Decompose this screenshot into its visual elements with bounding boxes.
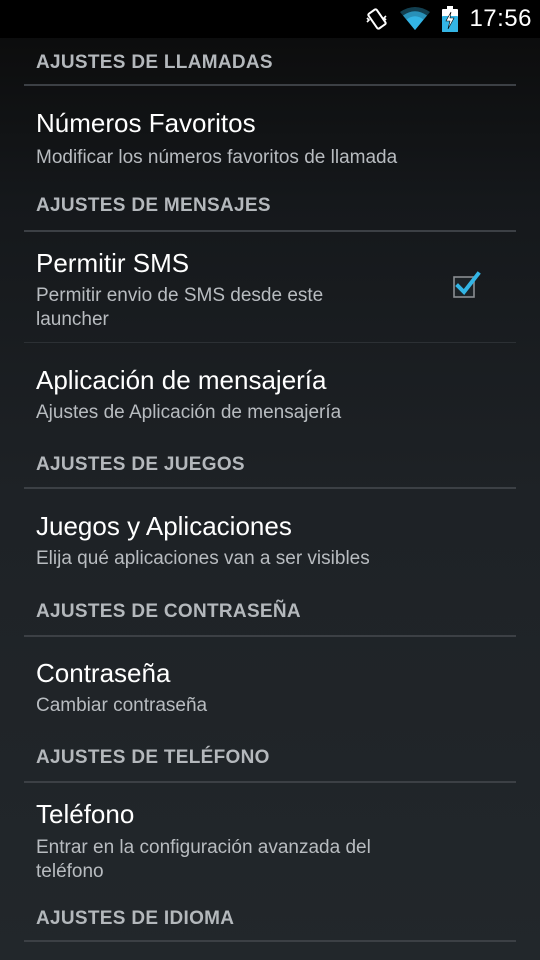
pref-numeros-favoritos[interactable]: Números Favoritos Modificar los números …: [24, 86, 516, 182]
battery-charging-icon: [441, 5, 459, 33]
wifi-icon: [399, 6, 431, 32]
sms-checkbox[interactable]: [453, 271, 481, 300]
category-title: AJUSTES DE JUEGOS: [36, 454, 245, 475]
pref-contrasena[interactable]: Contraseña Cambiar contraseña: [24, 637, 516, 736]
pref-permitir-sms[interactable]: Permitir SMS Permitir envio de SMS desde…: [24, 232, 516, 343]
status-icons: 17:56: [365, 4, 532, 34]
checkbox-checked-icon: [453, 271, 481, 298]
pref-summary: Cambiar contraseña: [36, 695, 208, 716]
pref-title: Permitir SMS: [36, 248, 190, 278]
category-title: AJUSTES DE CONTRASEÑA: [36, 601, 301, 622]
pref-title: Teléfono: [36, 799, 135, 829]
category-title: AJUSTES DE TELÉFONO: [36, 747, 270, 768]
pref-summary: Modificar los números favoritos de llama…: [36, 147, 398, 168]
settings-list: AJUSTES DE LLAMADAS Números Favoritos Mo…: [0, 38, 540, 942]
category-juegos: AJUSTES DE JUEGOS: [24, 443, 516, 489]
pref-summary: Elija qué aplicaciones van a ser visible…: [36, 548, 370, 569]
pref-telefono[interactable]: Teléfono Entrar en la configuración avan…: [24, 783, 516, 898]
category-mensajes: AJUSTES DE MENSAJES: [24, 182, 516, 232]
pref-summary: Entrar en la configuración avanzada del …: [36, 836, 371, 884]
category-telefono: AJUSTES DE TELÉFONO: [24, 736, 516, 783]
category-llamadas: AJUSTES DE LLAMADAS: [24, 38, 516, 86]
pref-summary-line: launcher: [36, 309, 109, 330]
category-title: AJUSTES DE LLAMADAS: [36, 52, 273, 73]
pref-summary-line: teléfono: [36, 861, 104, 882]
status-bar: 17:56: [0, 0, 540, 38]
pref-title: Juegos y Aplicaciones: [36, 511, 292, 541]
status-time: 17:56: [469, 5, 532, 32]
category-contrasena: AJUSTES DE CONTRASEÑA: [24, 589, 516, 637]
category-title: AJUSTES DE MENSAJES: [36, 195, 271, 216]
pref-title: Números Favoritos: [36, 108, 256, 138]
category-title: AJUSTES DE IDIOMA: [36, 908, 235, 929]
pref-title: Aplicación de mensajería: [36, 365, 327, 395]
settings-screen: 17:56 AJUSTES DE LLAMADAS Números Favori…: [0, 0, 540, 960]
pref-summary-line: Entrar en la configuración avanzada del: [36, 837, 371, 858]
pref-juegos-aplicaciones[interactable]: Juegos y Aplicaciones Elija qué aplicaci…: [24, 489, 516, 589]
pref-summary: Permitir envio de SMS desde este launche…: [36, 284, 323, 332]
pref-summary: Ajustes de Aplicación de mensajería: [36, 402, 342, 423]
vibrate-icon: [365, 5, 389, 33]
category-idioma: AJUSTES DE IDIOMA: [24, 898, 516, 942]
pref-summary-line: Permitir envio de SMS desde este: [36, 285, 324, 306]
pref-aplicacion-mensajeria[interactable]: Aplicación de mensajería Ajustes de Apli…: [24, 343, 516, 443]
pref-title: Contraseña: [36, 658, 171, 688]
